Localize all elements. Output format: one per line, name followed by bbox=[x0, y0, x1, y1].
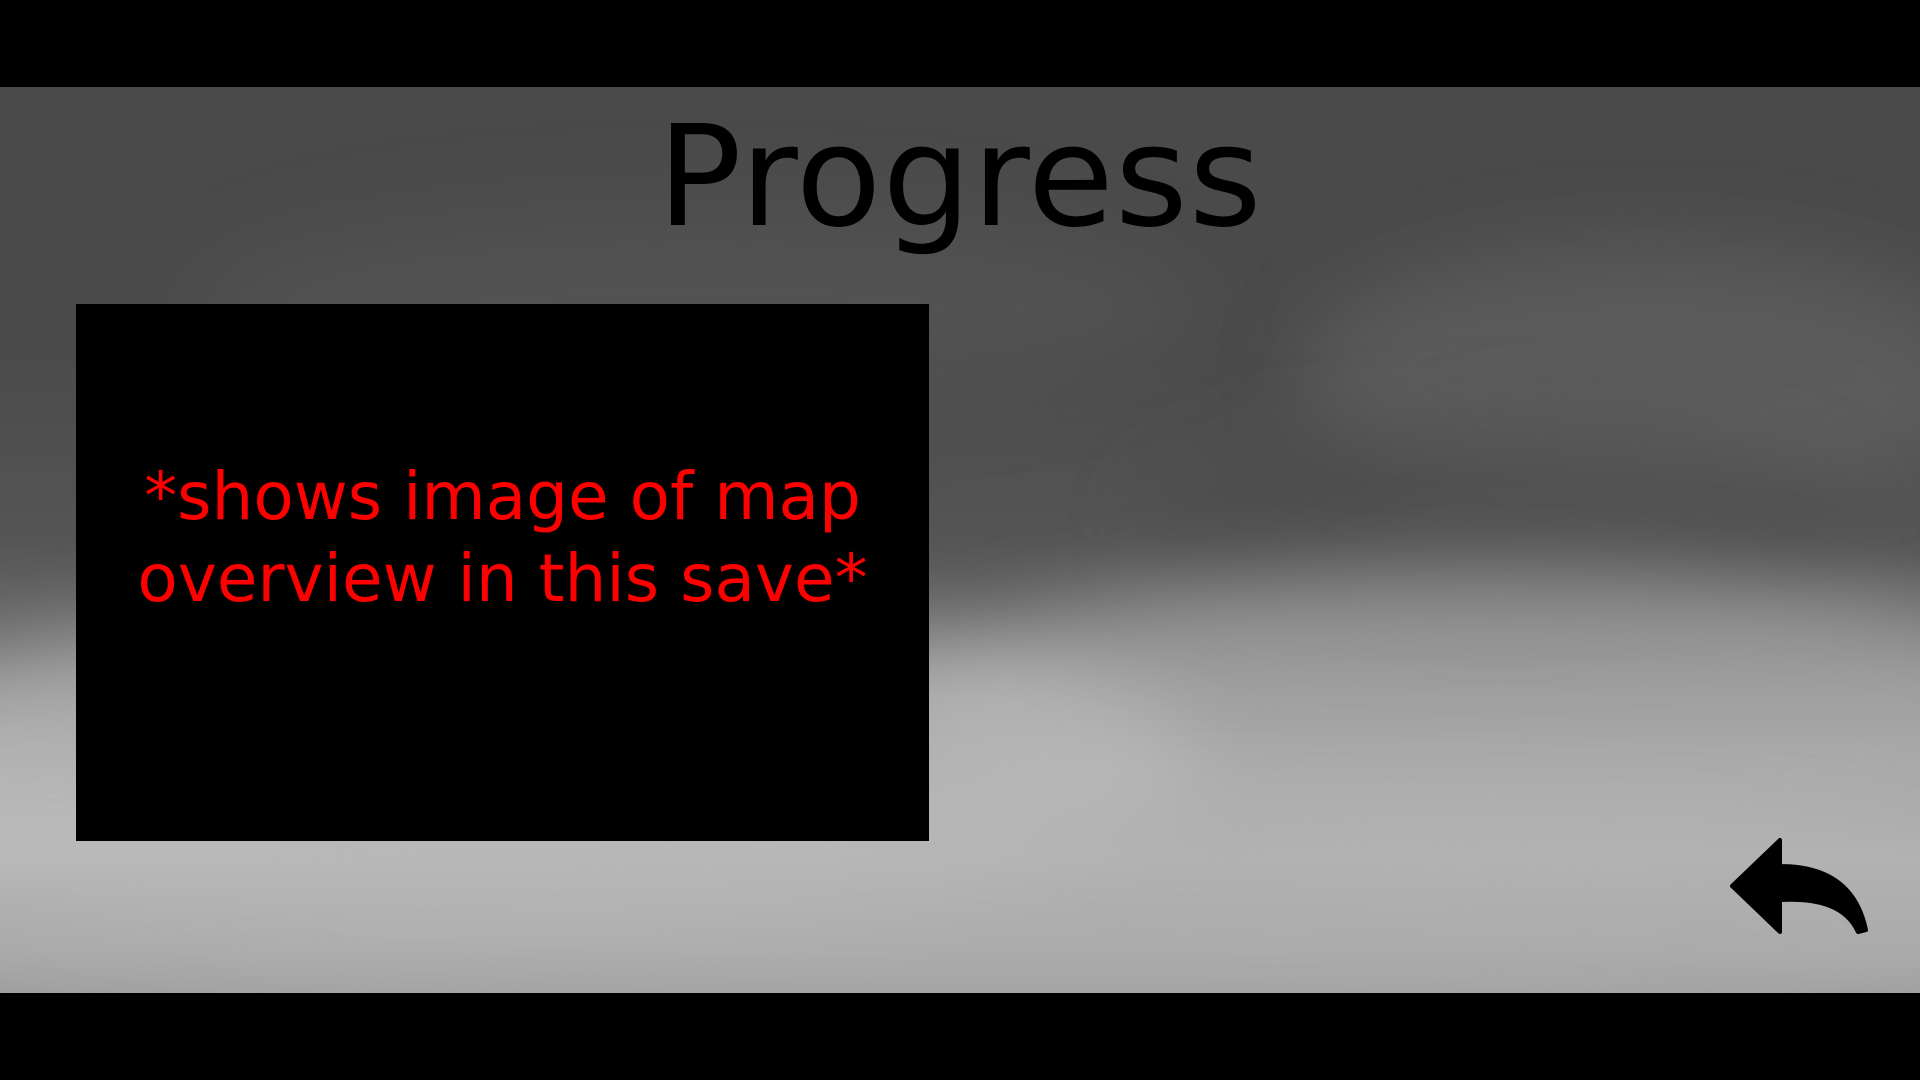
back-arrow-icon bbox=[1730, 838, 1868, 934]
progress-screen: Progress *shows image of map overview in… bbox=[0, 0, 1920, 1080]
map-overview-panel: *shows image of map overview in this sav… bbox=[76, 304, 929, 841]
back-button[interactable] bbox=[1730, 836, 1870, 938]
letterbox-top bbox=[0, 0, 1920, 87]
page-title: Progress bbox=[657, 96, 1263, 259]
map-placeholder-text: *shows image of map overview in this sav… bbox=[137, 458, 868, 617]
letterbox-bottom bbox=[0, 993, 1920, 1080]
